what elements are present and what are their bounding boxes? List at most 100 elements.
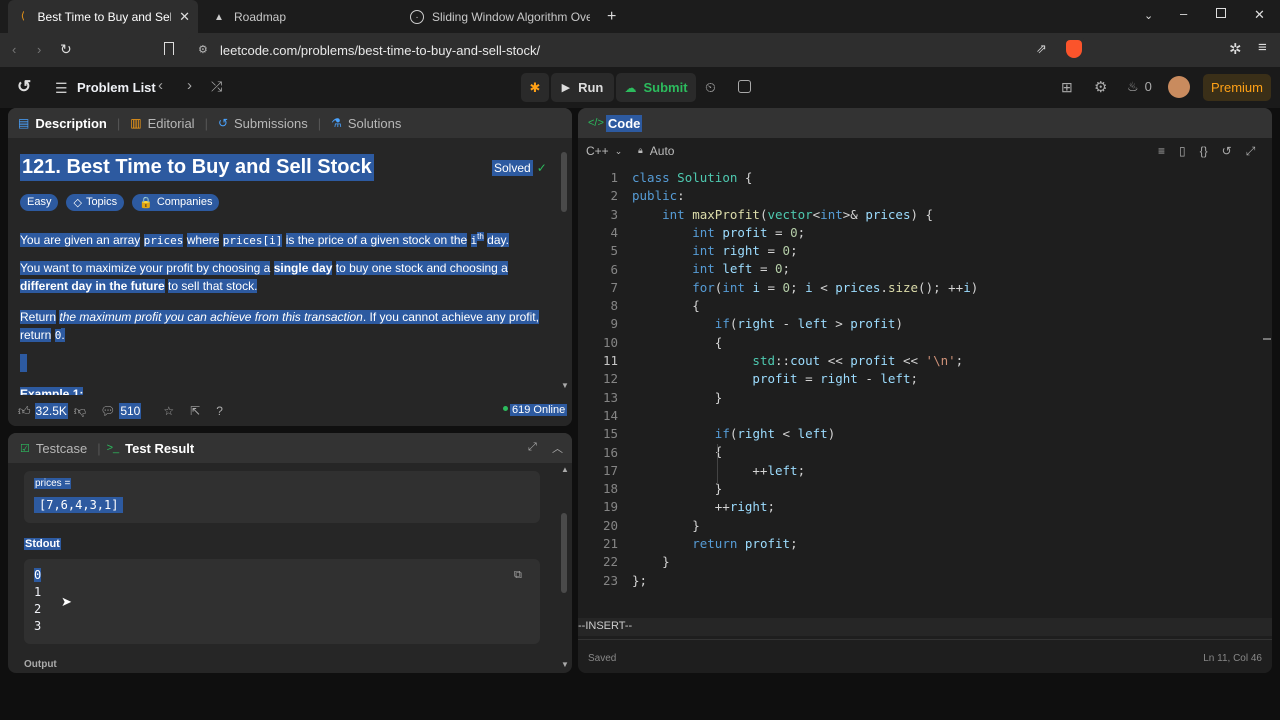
minimize-icon[interactable]: – [1180, 6, 1187, 21]
line-number: 3 [610, 206, 618, 222]
description-footer: 👍︎ 32.5K 👎︎ 💬︎ 510 ☆ ⇱ ? 619 Online [8, 396, 572, 426]
language-select[interactable]: C++ ⌄ [586, 144, 622, 158]
menu-icon[interactable]: ≡ [1258, 39, 1267, 56]
maximize-icon[interactable] [1216, 8, 1226, 18]
next-problem-icon[interactable]: › [187, 77, 192, 94]
text: is the price of a given stock on the [285, 233, 468, 247]
example-heading: Example 1: [20, 387, 84, 395]
bookmark-icon[interactable] [164, 42, 174, 55]
debug-button[interactable]: ✱ [521, 73, 549, 102]
code-area[interactable]: 1 2 3 4 5 6 7 8 9 10 11 12 13 14 15 16 17 18 19 20 21 22 23 cl… [578, 166, 1272, 628]
avatar[interactable] [1168, 76, 1190, 98]
terminal-icon: >_ [106, 442, 120, 454]
stdout-line: 2 [34, 602, 42, 616]
shuffle-icon[interactable]: ⤮ [211, 78, 222, 95]
premium-button[interactable]: Premium [1203, 74, 1271, 101]
tab-code[interactable]: Code [605, 114, 643, 132]
scroll-down-arrow-icon[interactable]: ▼ [561, 660, 569, 669]
tab-testcase[interactable]: ☑ Testcase [20, 441, 87, 456]
url-field[interactable]: ⚙ leetcode.com/problems/best-time-to-buy… [186, 37, 1086, 63]
tab-sliding-window[interactable]: · Sliding Window Algorithm Overvie [410, 5, 600, 29]
tab-title: Best Time to Buy and Sell Stock [37, 9, 172, 24]
format-icon[interactable]: ≡ [1158, 144, 1165, 159]
star-icon[interactable]: ☆ [163, 404, 174, 418]
thumbs-up-icon[interactable]: 👍︎ [18, 404, 31, 419]
tab-editorial[interactable]: ▥ Editorial [130, 116, 194, 131]
description-scrollbar[interactable] [561, 152, 567, 212]
stdout-line: 1 [34, 585, 42, 599]
tab-submissions[interactable]: ↺ Submissions [218, 116, 308, 131]
online-dot-icon [503, 406, 508, 411]
text: You want to maximize your profit by choo… [20, 261, 271, 275]
editor-toolbar: ≡ ▯ {} ↺ ⤢ [1158, 144, 1255, 159]
forward-icon[interactable]: › [37, 42, 41, 57]
companies-button[interactable]: 🔒 Companies [132, 194, 220, 211]
topics-button[interactable]: ◇ Topics [66, 194, 125, 211]
editor-scroll-marker [1263, 338, 1271, 340]
extensions-icon[interactable]: ✲ [1229, 40, 1242, 58]
difficulty-badge[interactable]: Easy [20, 194, 59, 211]
list-icon: ☰ [55, 80, 68, 96]
notes-icon[interactable] [738, 80, 751, 93]
comment-count[interactable]: 510 [119, 403, 142, 419]
fullscreen-icon[interactable]: ⤢ [1246, 144, 1256, 159]
line-number: 12 [602, 371, 618, 387]
tab-label: Testcase [35, 440, 88, 456]
stdout-label: Stdout [24, 538, 61, 550]
help-icon[interactable]: ? [216, 404, 223, 418]
problem-paragraph-3: Return the maximum profit you can achiev… [20, 308, 540, 345]
settings-gear-icon[interactable]: ⚙ [1094, 78, 1107, 96]
close-window-icon[interactable]: ✕ [1254, 7, 1265, 23]
thumbs-down-icon[interactable]: 👎︎ [74, 404, 86, 419]
tab-solutions[interactable]: ⚗ Solutions [331, 116, 401, 131]
companies-label: Companies [156, 196, 213, 208]
line-number: 7 [610, 279, 618, 295]
language-value: C++ [586, 144, 609, 158]
bookmark-icon[interactable]: ▯ [1179, 144, 1186, 159]
share-icon[interactable]: ⇱ [190, 404, 200, 418]
tab-best-time[interactable]: ⟨ Best Time to Buy and Sell Stock ✕ [8, 0, 198, 33]
saved-status: Saved [588, 653, 617, 664]
collapse-chevron-icon[interactable]: ︿ [552, 440, 563, 456]
layout-grid-icon[interactable]: ⊞ [1061, 79, 1073, 96]
line-number: 13 [602, 389, 618, 405]
problem-title[interactable]: 121. Best Time to Buy and Sell Stock [20, 154, 374, 181]
like-count[interactable]: 32.5K [34, 403, 68, 419]
test-scrollbar[interactable] [561, 513, 567, 593]
copy-icon[interactable]: ⧉ [514, 569, 522, 582]
line-number: 15 [602, 426, 618, 442]
close-tab-icon[interactable]: ✕ [179, 9, 190, 25]
prev-problem-icon[interactable]: ‹ [158, 77, 163, 94]
tab-description[interactable]: ▤ Description [18, 116, 107, 131]
input-value[interactable]: [7,6,4,3,1] [34, 497, 124, 513]
scroll-up-arrow-icon[interactable]: ▲ [561, 465, 569, 474]
tab-test-result[interactable]: >_ Test Result [107, 441, 195, 456]
line-number: 2 [610, 188, 618, 204]
back-icon[interactable]: ‹ [12, 42, 16, 57]
expand-icon[interactable]: ⤢ [528, 441, 537, 454]
share-icon[interactable]: ⇗ [1036, 41, 1047, 57]
tab-roadmap[interactable]: ▲ Roadmap [212, 5, 392, 29]
submit-button[interactable]: ☁ Submit [616, 73, 696, 102]
autocomplete-mode[interactable]: 🔒︎ Auto [638, 144, 674, 158]
new-tab-icon[interactable]: + [607, 8, 616, 26]
scroll-down-arrow-icon[interactable]: ▼ [561, 381, 569, 390]
timer-icon[interactable]: ⏲ [705, 79, 716, 96]
input-box: prices = [7,6,4,3,1] [24, 471, 540, 523]
run-label: Run [578, 80, 604, 95]
reset-icon[interactable]: ↺ [1222, 144, 1232, 159]
run-button[interactable]: ▶ Run [551, 73, 614, 102]
site-settings-icon[interactable]: ⚙ [198, 43, 208, 56]
leetcode-logo-icon[interactable]: ↺ [17, 77, 31, 97]
address-bar-row: ‹ › ↻ ⚙ leetcode.com/problems/best-time-… [0, 33, 1280, 67]
comment-icon[interactable]: 💬︎ [100, 404, 115, 418]
stdout-lines: 0 1 2 3 [34, 567, 42, 635]
tab-list-chevron-icon[interactable]: ⌄ [1144, 9, 1153, 22]
streak-counter[interactable]: ♨ 0 [1127, 79, 1152, 95]
problem-list-link[interactable]: Problem List [77, 80, 156, 95]
brave-shield-icon[interactable] [1066, 40, 1082, 58]
reload-icon[interactable]: ↻ [60, 41, 72, 58]
braces-icon[interactable]: {} [1200, 144, 1208, 159]
code-text[interactable]: class Solution { public: int maxProfit(v… [632, 169, 978, 590]
tab-title: Roadmap [234, 10, 287, 24]
